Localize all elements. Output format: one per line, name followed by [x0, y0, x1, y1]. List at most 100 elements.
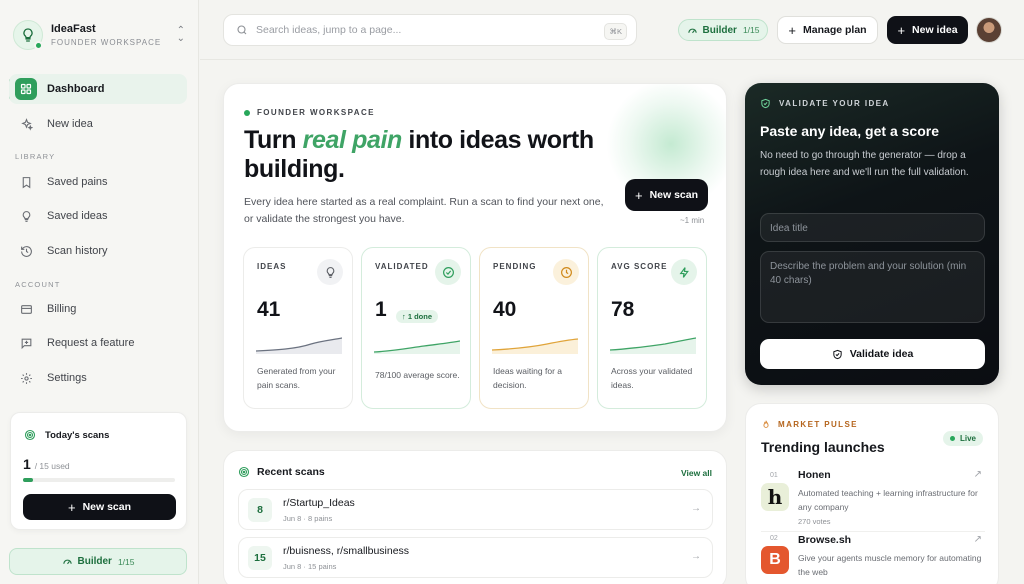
new-idea-button[interactable]: + New idea [887, 16, 968, 44]
sidebar-item-request-feature[interactable]: Request a feature [9, 328, 187, 358]
shield-check-icon [760, 98, 771, 109]
flame-icon [761, 419, 771, 430]
shortcut-hint: ⌘K [604, 23, 627, 40]
stat-card-ideas[interactable]: IDEAS 41 Generated from your pain scans. [243, 247, 353, 409]
page-title: Turn real pain into ideas worth building… [244, 126, 594, 183]
sidebar-item-saved-ideas[interactable]: Saved ideas [9, 201, 187, 231]
stat-label: IDEAS [257, 262, 287, 271]
search-icon [236, 24, 248, 36]
change-badge: ↑ 1 done [396, 310, 439, 323]
sparkline-avg-score [610, 337, 696, 354]
market-pulse-eyebrow: MARKET PULSE [761, 419, 858, 430]
pain-count: 8 [248, 498, 272, 522]
scans-count: 1 / 15 used [23, 456, 70, 472]
stat-card-avg-score[interactable]: AVG SCORE 78 Across your validated ideas… [597, 247, 707, 409]
validate-idea-button[interactable]: Validate idea [760, 339, 985, 369]
stat-card-pending[interactable]: PENDING 40 Ideas waiting for a decision. [479, 247, 589, 409]
hero-description: Every idea here started as a real compla… [244, 196, 604, 225]
gauge-icon [687, 28, 697, 33]
sparkline-ideas [256, 337, 342, 354]
launch-votes: 270 votes [798, 517, 831, 526]
sidebar-item-label: Dashboard [47, 83, 105, 95]
idea-title-input[interactable]: Idea title [760, 213, 985, 242]
section-label-library: LIBRARY [15, 152, 56, 161]
list-item[interactable]: 8 r/Startup_Ideas Jun 8 · 8 pains → [238, 489, 713, 530]
bookmark-icon [15, 171, 37, 193]
recent-scans-title: Recent scans [257, 466, 325, 478]
sidebar-item-label: Saved pains [47, 176, 108, 188]
stat-note: Across your validated ideas. [611, 366, 693, 390]
stat-value: 1 [375, 298, 387, 321]
workspace-name: IdeaFast [51, 23, 96, 35]
validate-idea-card: VALIDATE YOUR IDEA Paste any idea, get a… [745, 83, 999, 385]
launch-description: Give your agents muscle memory for autom… [798, 553, 982, 577]
hero-new-scan-button[interactable]: + New scan [625, 179, 708, 211]
launch-logo: B [761, 546, 789, 574]
sidebar-item-dashboard[interactable]: Dashboard [9, 74, 187, 104]
launch-item-honen[interactable]: 01 h Honen Automated teaching + learning… [761, 469, 985, 529]
manage-plan-button[interactable]: + Manage plan [777, 16, 878, 44]
hero-eyebrow: FOUNDER WORKSPACE [244, 108, 375, 117]
view-all-link[interactable]: View all [681, 468, 712, 478]
stat-value: 41 [257, 298, 281, 321]
new-scan-button[interactable]: + New scan [23, 494, 176, 520]
validate-description: No need to go through the generator — dr… [760, 150, 969, 178]
launch-name: Honen [798, 469, 831, 481]
scans-progress-fill [23, 478, 34, 482]
lightbulb-icon [23, 28, 33, 42]
plan-usage: 1/15 [117, 556, 135, 567]
recent-scans-card: Recent scans View all 8 r/Startup_Ideas … [223, 450, 727, 584]
section-label-account: ACCOUNT [15, 280, 61, 289]
grid-icon [15, 78, 37, 100]
external-link-icon[interactable]: ↗ [974, 534, 982, 545]
stat-label: PENDING [493, 262, 537, 271]
sidebar-item-label: Request a feature [47, 337, 135, 349]
validate-eyebrow: VALIDATE YOUR IDEA [760, 98, 890, 109]
plan-badge[interactable]: Builder 1/15 [9, 548, 187, 575]
validate-title: Paste any idea, get a score [760, 123, 939, 139]
sidebar-item-billing[interactable]: Billing [9, 294, 187, 324]
pain-count: 15 [248, 546, 272, 570]
gauge-icon [62, 559, 72, 565]
stat-note: Ideas waiting for a decision. [493, 366, 562, 390]
todays-scans-card: Today's scans 1 / 15 used + New scan [10, 412, 187, 530]
list-item[interactable]: 15 r/buisness, r/smallbusiness Jun 8 · 1… [238, 537, 713, 578]
sidebar-item-new-idea[interactable]: New idea [9, 109, 187, 139]
check-circle-icon [435, 259, 461, 285]
chevron-updown-icon: ⌃ ⌄ [176, 25, 185, 44]
launch-item-browse[interactable]: 02 B Browse.sh Give your agents muscle m… [761, 531, 985, 584]
gear-icon [15, 367, 37, 389]
workspace-switcher[interactable]: IdeaFast FOUNDER WORKSPACE ⌃ ⌄ [9, 14, 189, 56]
workspace-logo [13, 20, 43, 50]
stat-note: Generated from your pain scans. [257, 366, 336, 390]
avatar[interactable] [976, 17, 1002, 43]
stat-value: 40 [493, 298, 517, 321]
sidebar-item-label: New idea [47, 118, 93, 130]
sidebar-item-scan-history[interactable]: Scan history [9, 236, 187, 266]
shield-check-icon [832, 349, 843, 360]
sidebar-item-settings[interactable]: Settings [9, 363, 187, 393]
external-link-icon[interactable]: ↗ [974, 469, 982, 480]
plan-usage: 1/15 [742, 25, 760, 35]
radar-icon [238, 466, 250, 478]
scan-meta: Jun 8 · 8 pains [283, 514, 333, 523]
history-icon [15, 240, 37, 262]
sidebar-item-saved-pains[interactable]: Saved pains [9, 167, 187, 197]
launch-logo: h [761, 483, 789, 511]
idea-description-textarea[interactable]: Describe the problem and your solution (… [760, 251, 985, 323]
search-input[interactable] [256, 24, 586, 36]
sparkline-validated [374, 340, 460, 354]
sidebar: IdeaFast FOUNDER WORKSPACE ⌃ ⌄ Dashboard … [0, 0, 199, 584]
lightbulb-icon [317, 259, 343, 285]
sidebar-item-label: Scan history [47, 245, 108, 257]
scan-meta: Jun 8 · 15 pains [283, 562, 337, 571]
lightbulb-icon [15, 205, 37, 227]
plan-pill[interactable]: Builder 1/15 [678, 19, 768, 41]
stat-value: 78 [611, 298, 635, 321]
sparkles-icon [15, 113, 37, 135]
stat-note: 78/100 average score. [375, 370, 460, 380]
sidebar-item-label: Billing [47, 303, 77, 315]
search-bar[interactable]: ⌘K [223, 14, 637, 46]
trending-title: Trending launches [761, 439, 885, 455]
stat-card-validated[interactable]: VALIDATED 1 ↑ 1 done 78/100 average scor… [361, 247, 471, 409]
